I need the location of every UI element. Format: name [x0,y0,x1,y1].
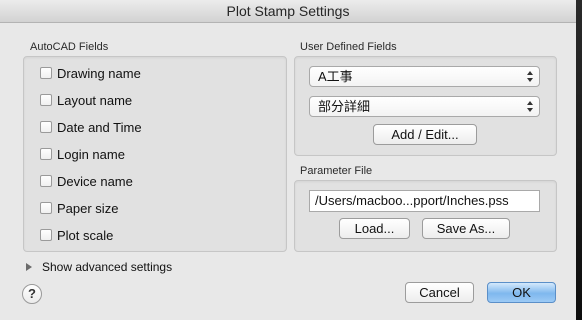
checkbox-label: Login name [57,146,125,162]
checkbox-box[interactable] [40,121,52,133]
checkbox-paper-size[interactable]: Paper size [40,198,118,218]
checkbox-drawing-name[interactable]: Drawing name [40,63,141,83]
up-down-arrows-icon [527,70,533,83]
question-mark-icon: ? [28,286,36,301]
checkbox-label: Plot scale [57,227,114,243]
checkbox-box[interactable] [40,202,52,214]
user-defined-fields-label: User Defined Fields [300,41,397,53]
user-field-popup-1[interactable]: A工事 [309,66,540,87]
checkbox-label: Paper size [57,200,119,216]
checkbox-date-and-time[interactable]: Date and Time [40,117,142,137]
checkbox-label: Date and Time [57,119,142,135]
save-as-button[interactable]: Save As... [422,218,510,239]
checkbox-box[interactable] [40,94,52,106]
checkbox-box[interactable] [40,175,52,187]
load-button[interactable]: Load... [339,218,410,239]
checkbox-box[interactable] [40,229,52,241]
checkbox-login-name[interactable]: Login name [40,144,125,164]
checkbox-label: Layout name [57,92,133,108]
popup-value: 部分詳細 [318,99,371,114]
plot-stamp-settings-dialog: Plot Stamp Settings AutoCAD Fields Drawi… [0,0,576,320]
checkbox-label: Drawing name [57,65,141,81]
parameter-file-label: Parameter File [300,165,373,177]
popup-value: A工事 [318,69,353,84]
parameter-file-path-field[interactable]: /Users/macboo...pport/Inches.pss [309,190,540,212]
checkbox-box[interactable] [40,148,52,160]
ok-button[interactable]: OK [487,282,556,303]
add-edit-button[interactable]: Add / Edit... [373,124,477,145]
disclosure-triangle-right-icon[interactable] [26,263,32,271]
window-title: Plot Stamp Settings [0,0,576,23]
show-advanced-settings-toggle[interactable]: Show advanced settings [42,260,172,274]
background-edge [576,0,582,320]
checkbox-label: Device name [57,173,133,189]
help-button[interactable]: ? [22,284,42,304]
checkbox-layout-name[interactable]: Layout name [40,90,132,110]
user-field-popup-2[interactable]: 部分詳細 [309,96,540,117]
up-down-arrows-icon [527,100,533,113]
checkbox-box[interactable] [40,67,52,79]
checkbox-plot-scale[interactable]: Plot scale [40,225,113,245]
autocad-fields-label: AutoCAD Fields [30,41,109,53]
checkbox-device-name[interactable]: Device name [40,171,133,191]
cancel-button[interactable]: Cancel [405,282,474,303]
